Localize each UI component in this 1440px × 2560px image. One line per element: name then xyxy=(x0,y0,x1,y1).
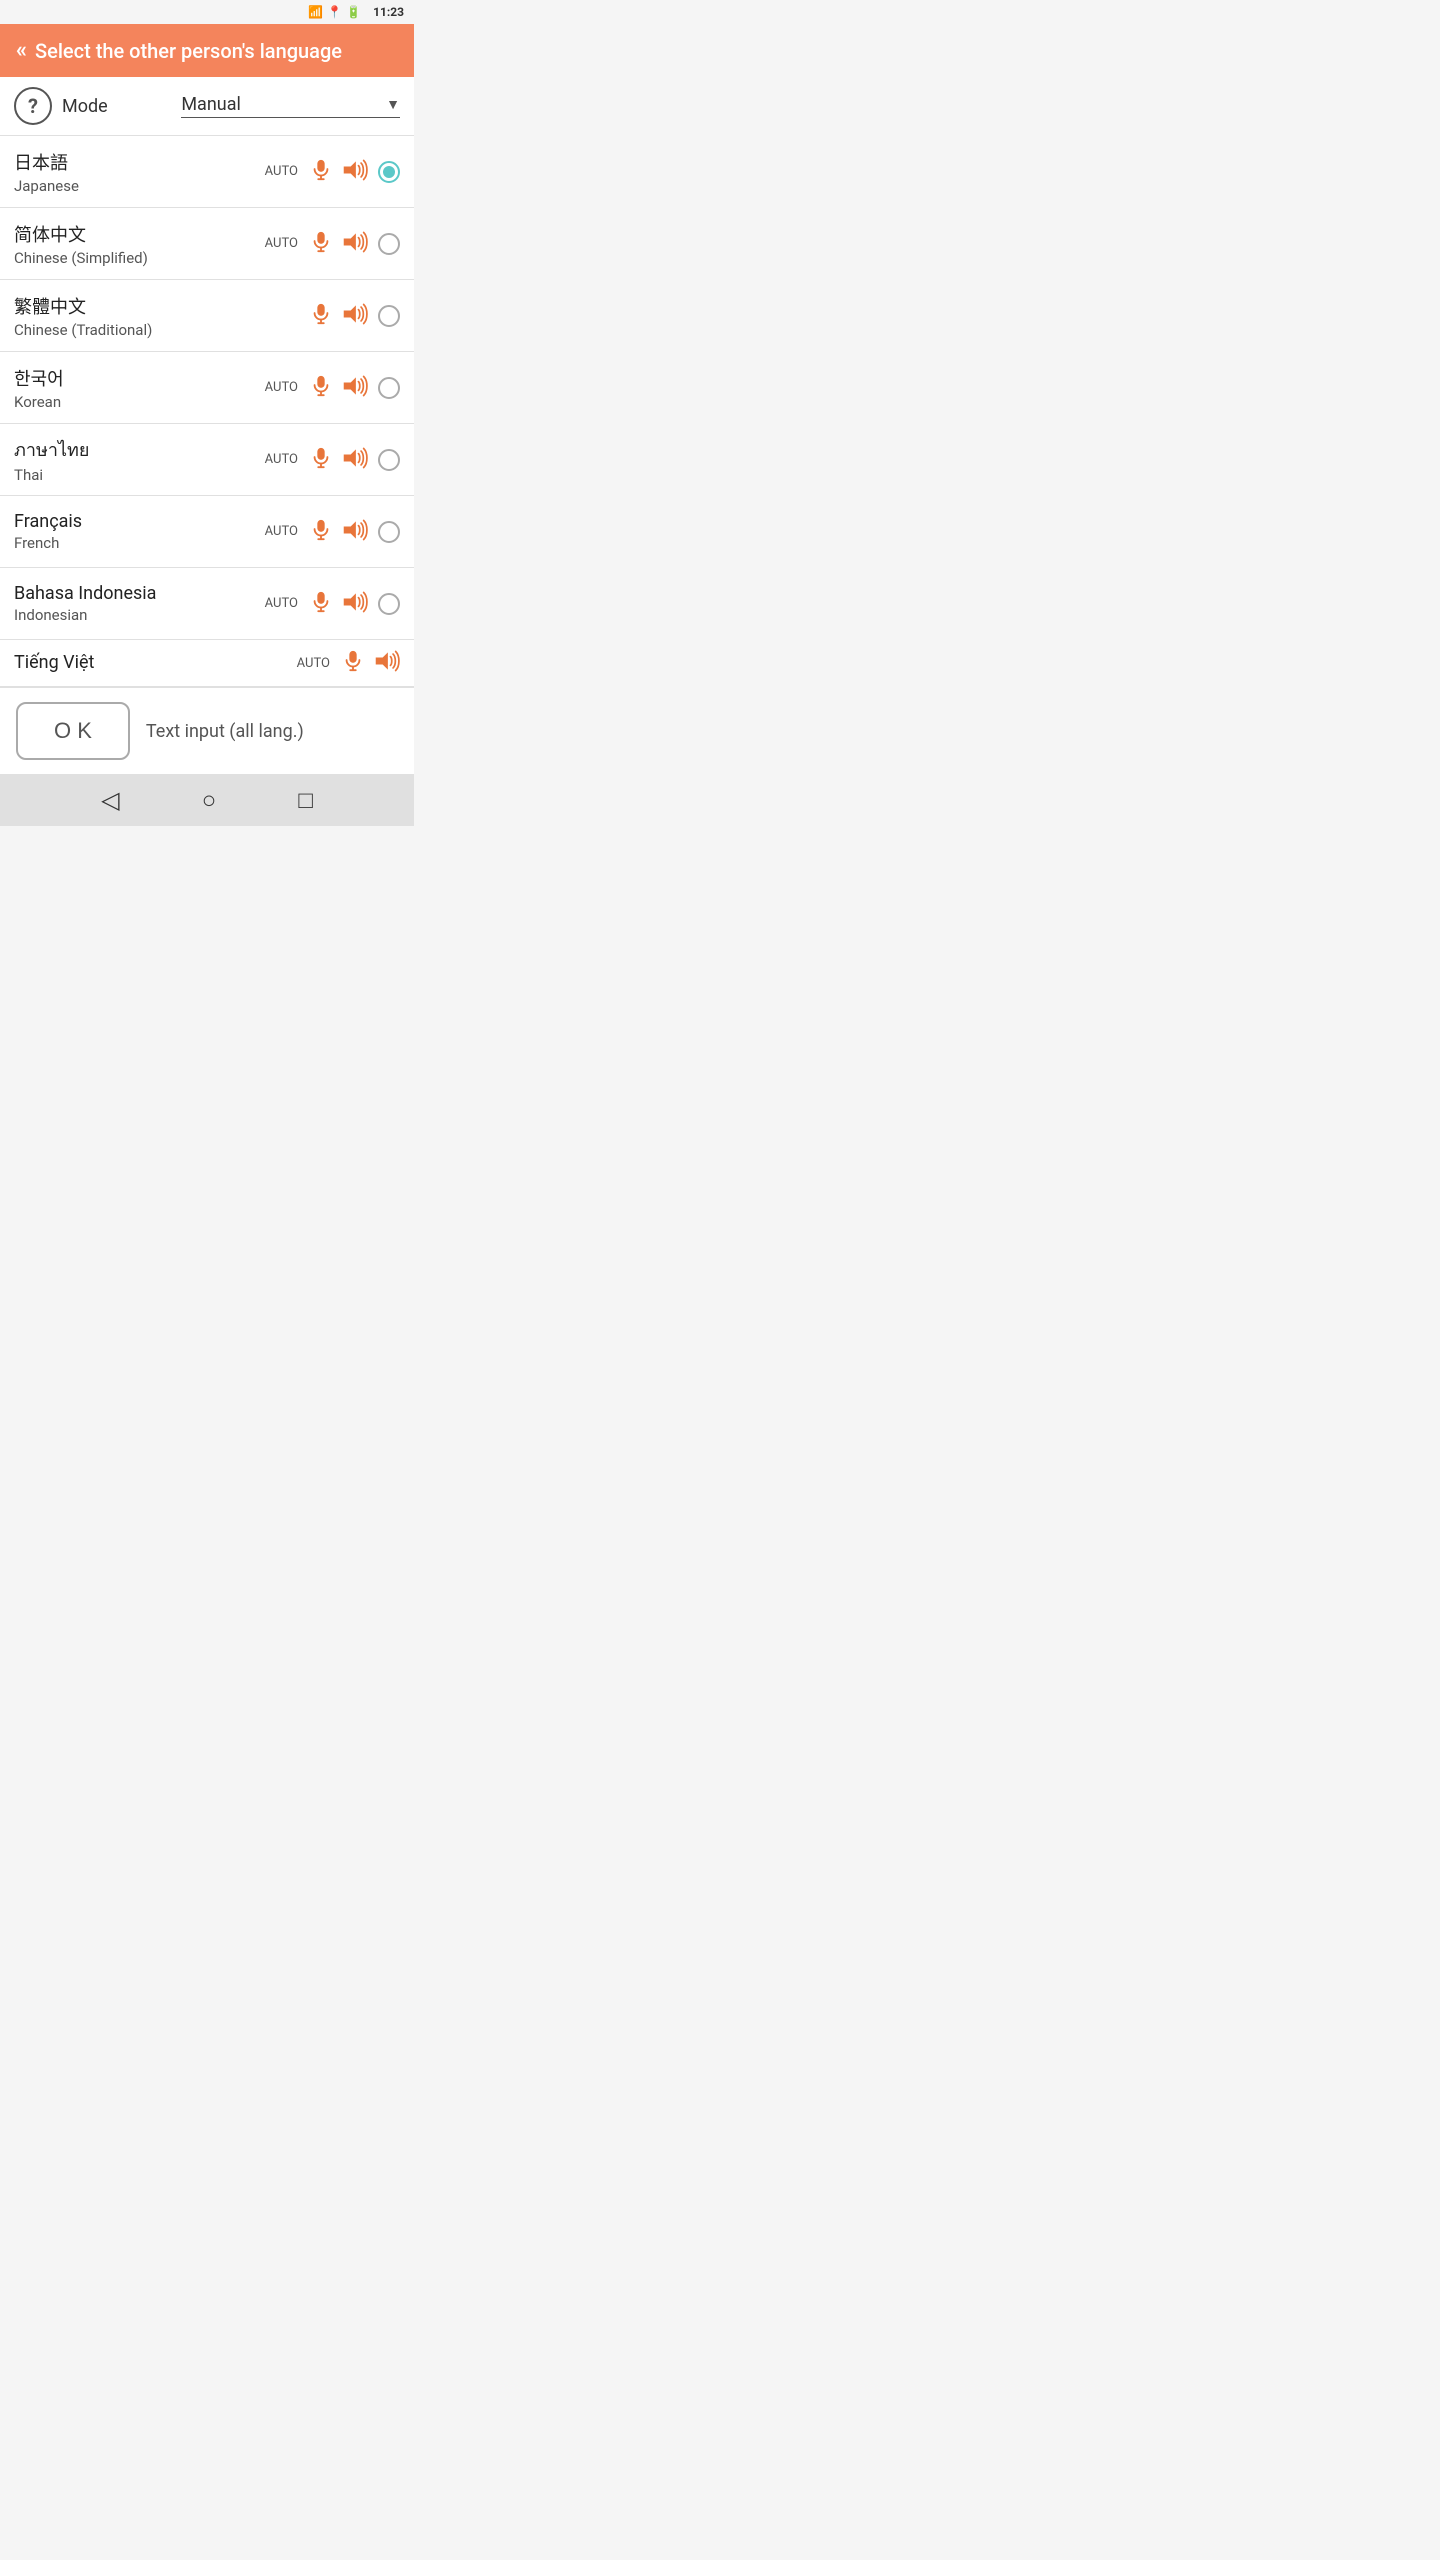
speaker-icon[interactable] xyxy=(342,303,368,329)
mode-label: Mode xyxy=(62,96,171,117)
speaker-icon[interactable] xyxy=(342,447,368,473)
auto-label: AUTO xyxy=(297,656,330,671)
speaker-icon[interactable] xyxy=(342,375,368,401)
clock: 11:23 xyxy=(373,5,404,19)
back-button[interactable]: « xyxy=(16,38,27,63)
mic-icon[interactable] xyxy=(310,231,332,257)
signal-icon: 📶 xyxy=(308,5,323,19)
status-icons: 📶 📍 🔋 11:23 xyxy=(308,5,404,19)
language-native-name: Français xyxy=(14,511,265,532)
speaker-icon[interactable] xyxy=(342,231,368,257)
language-row[interactable]: 한국어 KoreanAUTO xyxy=(0,352,414,424)
mic-icon[interactable] xyxy=(310,519,332,545)
auto-label: AUTO xyxy=(265,236,298,251)
language-english-name: Korean xyxy=(14,393,265,411)
nav-bar: ◁ ○ □ xyxy=(0,774,414,826)
language-english-name: Thai xyxy=(14,466,265,484)
mic-icon[interactable] xyxy=(310,303,332,329)
language-native-name: 한국어 xyxy=(14,365,265,391)
battery-icon: 🔋 xyxy=(346,5,361,19)
mic-icon[interactable] xyxy=(310,447,332,473)
radio-button[interactable] xyxy=(378,161,400,183)
location-icon: 📍 xyxy=(327,5,342,19)
back-nav-icon[interactable]: ◁ xyxy=(101,786,119,814)
help-icon[interactable]: ? xyxy=(14,87,52,125)
language-english-name: Chinese (Traditional) xyxy=(14,321,310,339)
speaker-icon[interactable] xyxy=(374,650,400,676)
header: « Select the other person's language xyxy=(0,24,414,77)
language-english-name: Japanese xyxy=(14,177,265,195)
mic-icon[interactable] xyxy=(310,591,332,617)
radio-button[interactable] xyxy=(378,521,400,543)
language-english-name: Indonesian xyxy=(14,606,265,624)
language-list: 日本語JapaneseAUTO 简体中文Chinese (Simplified)… xyxy=(0,136,414,687)
language-row[interactable]: 繁體中文 Chinese (Traditional) xyxy=(0,280,414,352)
speaker-icon[interactable] xyxy=(342,519,368,545)
ok-button[interactable]: O K xyxy=(16,702,130,760)
language-native-name: 繁體中文 xyxy=(14,293,310,319)
home-nav-icon[interactable]: ○ xyxy=(202,786,217,815)
language-english-name: French xyxy=(14,534,265,552)
radio-button[interactable] xyxy=(378,305,400,327)
auto-label: AUTO xyxy=(265,164,298,179)
language-native-name: ภาษาไทย xyxy=(14,435,265,464)
chevron-down-icon: ▼ xyxy=(386,96,400,113)
text-input-label[interactable]: Text input (all lang.) xyxy=(146,721,304,742)
radio-button[interactable] xyxy=(378,449,400,471)
language-row[interactable]: Bahasa Indonesia IndonesianAUTO xyxy=(0,568,414,640)
auto-label: AUTO xyxy=(265,596,298,611)
recent-nav-icon[interactable]: □ xyxy=(298,786,313,815)
auto-label: AUTO xyxy=(265,380,298,395)
mic-icon[interactable] xyxy=(310,159,332,185)
language-native-name: Bahasa Indonesia xyxy=(14,583,265,604)
language-row[interactable]: Tiếng ViệtAUTO xyxy=(0,640,414,687)
mode-value: Manual xyxy=(181,94,386,115)
radio-button[interactable] xyxy=(378,377,400,399)
language-native-name: Tiếng Việt xyxy=(14,652,297,673)
mode-row: ? Mode Manual ▼ xyxy=(0,77,414,136)
language-row[interactable]: 简体中文 Chinese (Simplified)AUTO xyxy=(0,208,414,280)
auto-label: AUTO xyxy=(265,524,298,539)
language-native-name: 日本語 xyxy=(14,149,265,175)
bottom-bar: O K Text input (all lang.) xyxy=(0,687,414,774)
speaker-icon[interactable] xyxy=(342,159,368,185)
language-native-name: 简体中文 xyxy=(14,221,265,247)
header-title: Select the other person's language xyxy=(35,39,342,63)
language-row[interactable]: ภาษาไทย ThaiAUTO xyxy=(0,424,414,496)
language-row[interactable]: Français FrenchAUTO xyxy=(0,496,414,568)
status-bar: 📶 📍 🔋 11:23 xyxy=(0,0,414,24)
mode-selector[interactable]: Manual ▼ xyxy=(181,94,400,118)
mic-icon[interactable] xyxy=(310,375,332,401)
auto-label: AUTO xyxy=(265,452,298,467)
speaker-icon[interactable] xyxy=(342,591,368,617)
radio-button[interactable] xyxy=(378,233,400,255)
language-english-name: Chinese (Simplified) xyxy=(14,249,265,267)
radio-button[interactable] xyxy=(378,593,400,615)
language-row[interactable]: 日本語 JapaneseAUTO xyxy=(0,136,414,208)
mic-icon[interactable] xyxy=(342,650,364,676)
